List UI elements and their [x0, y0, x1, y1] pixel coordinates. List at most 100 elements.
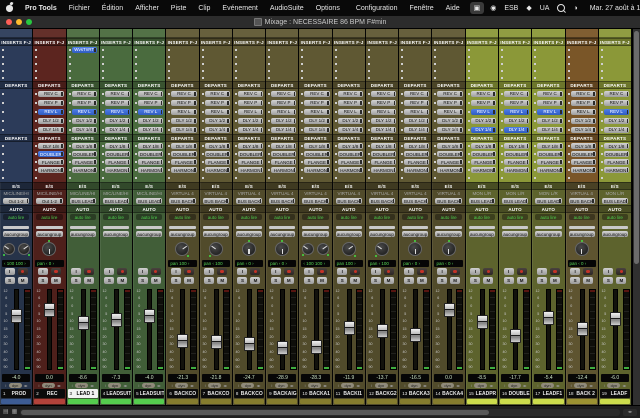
send-slot[interactable]: REV C	[399, 89, 431, 98]
send-rev-l[interactable]: REV L	[105, 109, 130, 115]
volume-fader[interactable]	[510, 329, 521, 343]
send-doubler[interactable]: DOUBLER	[571, 151, 596, 157]
record-arm-button[interactable]	[84, 268, 94, 275]
send-slot[interactable]: REV C	[233, 89, 265, 98]
track-name[interactable]: 16DOUBLE	[500, 389, 530, 398]
menu-item-options[interactable]: Options	[310, 5, 346, 12]
auto-mode-selector[interactable]: auto lire	[369, 214, 395, 220]
menu-item-ev-nement[interactable]: Evénement	[216, 5, 263, 12]
pan-knob[interactable]	[408, 242, 422, 256]
dyn-toggle[interactable]: dyn	[441, 383, 454, 388]
send-slot[interactable]: DLY 1/8	[200, 142, 232, 150]
send-dly-1-2[interactable]: DLY 1/2	[72, 118, 97, 124]
send-slot[interactable]: REV P	[33, 98, 65, 107]
send-slot[interactable]: FLANGE	[299, 158, 331, 166]
insert-slot[interactable]	[499, 74, 531, 81]
output-selector[interactable]: BUS BACK	[369, 198, 395, 204]
send-slot[interactable]: DLY 1/8	[566, 142, 598, 150]
group-selector[interactable]: aucungroup	[302, 231, 328, 237]
input-selector[interactable]: MON L/R	[599, 190, 631, 197]
auto-mode-selector[interactable]: auto lire	[569, 214, 595, 220]
volume-fader[interactable]	[111, 313, 122, 327]
send-flange[interactable]: FLANGE	[304, 159, 329, 165]
send-slot[interactable]: DLY 1/4	[233, 125, 265, 134]
send-rev-c[interactable]: REV C	[437, 91, 462, 97]
send-slot[interactable]	[0, 116, 32, 125]
nudge-arrows-icon[interactable]: ↕	[371, 383, 373, 388]
solo-button[interactable]: S	[104, 277, 114, 284]
volume-readout[interactable]: -13.7	[368, 374, 396, 382]
track-name-label[interactable]: BACKCO	[206, 391, 231, 397]
send-slot[interactable]: REV P	[432, 98, 464, 107]
close-button[interactable]	[6, 19, 12, 25]
solo-button[interactable]: S	[603, 277, 613, 284]
track-name-label[interactable]: LEADSUIT	[140, 391, 165, 397]
insert-slot[interactable]	[166, 67, 198, 74]
send-doubler[interactable]: DOUBLER	[537, 151, 562, 157]
insert-slot[interactable]	[133, 60, 165, 67]
auto-mode-selector[interactable]: auto lire	[203, 214, 229, 220]
send-slot[interactable]: HARMON	[100, 166, 132, 174]
solo-button[interactable]: S	[138, 277, 148, 284]
volume-fader[interactable]	[211, 335, 222, 349]
mic-icon[interactable]: ◉	[486, 2, 500, 14]
send-doubler[interactable]: DOUBLER	[471, 151, 496, 157]
send-slot[interactable]: HARMON	[166, 166, 198, 174]
input-monitor-button[interactable]: I	[138, 268, 148, 275]
send-rev-c[interactable]: REV C	[537, 91, 562, 97]
send-slot[interactable]: REV P	[566, 98, 598, 107]
nudge-arrows-icon[interactable]: ↕	[237, 383, 239, 388]
scroll-arrows[interactable]: ◂▸	[623, 409, 637, 416]
vertical-scrollbar-thumb[interactable]	[634, 31, 639, 264]
insert-slot[interactable]: WvsTnRT	[67, 46, 99, 53]
track-name[interactable]: 12BACKG2	[367, 389, 397, 398]
send-slot[interactable]: REV C	[366, 89, 398, 98]
track-name-label[interactable]: LEADSUIT	[106, 391, 131, 397]
auto-mode-selector[interactable]: auto lire	[402, 214, 428, 220]
solo-button[interactable]: S	[437, 277, 447, 284]
send-harmon[interactable]: HARMON	[105, 167, 130, 173]
send-slot[interactable]: DLY 1/8	[499, 142, 531, 150]
volume-fader[interactable]	[344, 321, 355, 335]
send-slot[interactable]: REV L	[333, 107, 365, 116]
send-slot[interactable]: DLY 1/2	[200, 116, 232, 125]
dyn-toggle[interactable]: dyn	[574, 383, 587, 388]
send-dly-1-2[interactable]: DLY 1/2	[238, 118, 263, 124]
pan-knob-right[interactable]	[317, 243, 329, 255]
send-rev-p[interactable]: REV P	[138, 100, 163, 106]
mute-button[interactable]: M	[151, 277, 161, 284]
group-selector[interactable]: aucungroup	[502, 231, 528, 237]
send-slot[interactable]	[0, 107, 32, 116]
record-arm-button[interactable]	[250, 268, 260, 275]
send-slot[interactable]: DLY 1/4	[133, 125, 165, 134]
record-arm-button[interactable]	[18, 268, 28, 275]
send-dly-1-8[interactable]: DLY 1/8	[105, 143, 130, 149]
solo-button[interactable]: S	[537, 277, 547, 284]
esb-badge[interactable]: ESB	[500, 2, 522, 14]
volume-fader[interactable]	[78, 316, 89, 330]
mute-button[interactable]: M	[550, 277, 560, 284]
record-arm-button[interactable]	[483, 268, 493, 275]
send-slot[interactable]	[0, 174, 32, 182]
send-rev-p[interactable]: REV P	[171, 100, 196, 106]
send-slot[interactable]	[166, 174, 198, 182]
mute-button[interactable]: M	[350, 277, 360, 284]
group-selector[interactable]: aucungroup	[103, 231, 129, 237]
insert-slot[interactable]	[466, 67, 498, 74]
input-monitor-button[interactable]: I	[437, 268, 447, 275]
send-slot[interactable]: DOUBLER	[599, 150, 631, 158]
input-selector[interactable]: VIRTUAL 4	[432, 190, 464, 197]
send-dly-1-2[interactable]: DLY 1/2	[571, 118, 596, 124]
send-dly-1-2[interactable]: DLY 1/2	[604, 118, 629, 124]
volume-readout[interactable]: -6.0	[601, 374, 629, 382]
send-slot[interactable]: DLY 1/8	[33, 142, 65, 150]
input-selector[interactable]: VIRTUAL 4	[566, 190, 598, 197]
volume-readout[interactable]: -16.5	[401, 374, 429, 382]
send-slot[interactable]: DOUBLER	[466, 150, 498, 158]
send-slot[interactable]: DOUBLER	[432, 150, 464, 158]
send-doubler[interactable]: DOUBLER	[304, 151, 329, 157]
insert-slot[interactable]	[432, 74, 464, 81]
send-slot[interactable]: HARMON	[67, 166, 99, 174]
send-harmon[interactable]: HARMON	[604, 167, 629, 173]
send-rev-p[interactable]: REV P	[371, 100, 396, 106]
